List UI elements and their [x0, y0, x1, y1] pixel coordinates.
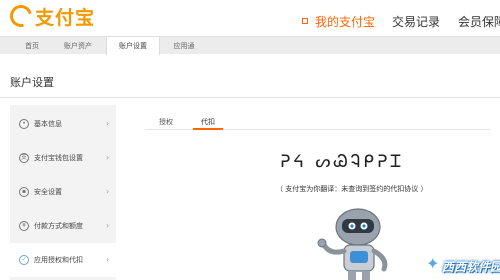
sidebar: • 基本信息 › 支 支付宝钱包设置 › ▪ 安全设置 › ¥ 付款方式和额度 …	[10, 105, 116, 280]
sidebar-item-label: 付款方式和额度	[34, 222, 83, 230]
subnav-item-assets[interactable]: 账户资产	[58, 37, 98, 55]
sidebar-item-label: 支付宝钱包设置	[34, 154, 83, 162]
nav-member-protection[interactable]: 会员保障	[458, 12, 500, 30]
subnav-item-account-settings[interactable]: 账户设置	[106, 37, 160, 55]
chevron-right-icon: ›	[106, 221, 110, 230]
subnav-item-home[interactable]: 首页	[18, 37, 46, 55]
page-title: 账户设置	[10, 76, 54, 89]
watermark: ✦ 西西软件园	[424, 252, 500, 278]
chevron-right-icon: ›	[106, 153, 110, 162]
alien-script-message: ᕈᔦ ᔕᏊᎸᑭᕈᏆ	[280, 152, 405, 172]
alipay-logo[interactable]: 支付宝	[5, 0, 96, 32]
sidebar-item-app-authorization[interactable]: ✓ 应用授权和代扣 ›	[10, 243, 116, 277]
alipay-logo-icon	[5, 0, 37, 32]
nav-my-alipay-label: 我的支付宝	[315, 14, 376, 29]
nav-trade-records[interactable]: 交易记录	[392, 12, 440, 30]
sidebar-item-label: 应用授权和代扣	[34, 256, 83, 264]
yen-icon: ¥	[19, 221, 29, 231]
tab-bar: 授权 代扣	[145, 116, 490, 130]
subnav-item-apps[interactable]: 应用通	[166, 37, 202, 55]
square-icon	[302, 18, 308, 24]
sidebar-item-label: 基本信息	[34, 120, 62, 128]
check-icon: ✓	[19, 255, 29, 265]
user-icon: •	[19, 119, 29, 129]
sparkle-icon: ✦	[426, 254, 440, 273]
sub-navigation: 首页 账户资产 账户设置 应用通	[0, 36, 500, 55]
lock-icon: ▪	[19, 187, 29, 197]
logo-text: 支付宝	[35, 6, 96, 29]
chevron-right-icon: ›	[106, 187, 110, 196]
chevron-right-icon: ›	[106, 255, 110, 264]
translation-note: （ 支付宝为你翻译：未查询到签约的代扣协议 ）	[276, 185, 428, 193]
chevron-right-icon: ›	[106, 119, 110, 128]
sidebar-item-wallet-settings[interactable]: 支 支付宝钱包设置 ›	[10, 141, 116, 175]
sidebar-item-payment-methods[interactable]: ¥ 付款方式和额度 ›	[10, 209, 116, 243]
wallet-icon: 支	[19, 153, 29, 163]
tab-auto-debit[interactable]: 代扣	[193, 116, 223, 130]
divider	[0, 97, 500, 98]
watermark-text: 西西软件园	[442, 260, 500, 274]
top-header: 支付宝 我的支付宝 交易记录 会员保障	[0, 0, 500, 36]
tab-authorization[interactable]: 授权	[155, 116, 177, 130]
sidebar-item-security[interactable]: ▪ 安全设置 ›	[10, 175, 116, 209]
robot-illustration	[317, 208, 388, 280]
nav-my-alipay[interactable]: 我的支付宝	[302, 12, 375, 30]
sidebar-item-label: 安全设置	[34, 188, 62, 196]
sidebar-item-basic-info[interactable]: • 基本信息 ›	[10, 107, 116, 141]
